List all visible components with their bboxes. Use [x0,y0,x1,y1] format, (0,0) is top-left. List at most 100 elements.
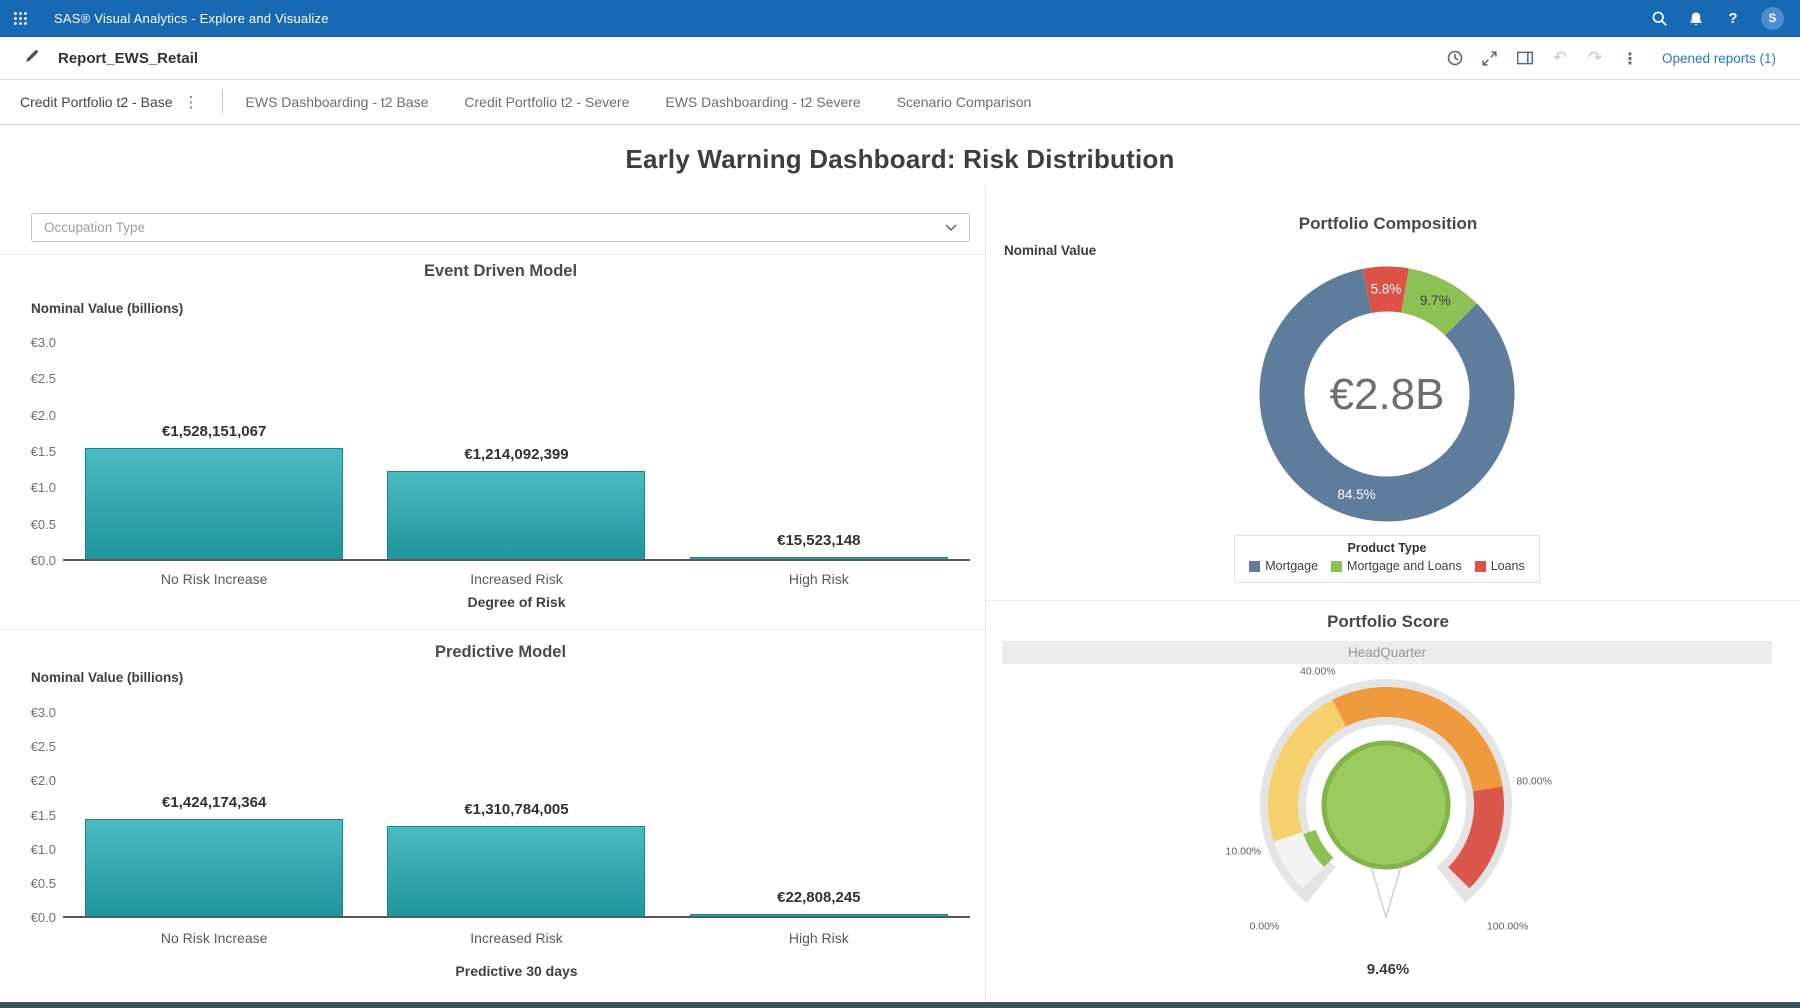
legend-title: Product Type [1235,541,1539,555]
category-labels: No Risk IncreaseIncreased RiskHigh Risk [63,571,970,587]
legend-item-loans[interactable]: Loans [1475,559,1525,573]
tab-separator [222,90,223,114]
panel-toggle-icon[interactable] [1515,48,1535,68]
tab-credit-portfolio-t2-severe[interactable]: Credit Portfolio t2 - Severe [446,80,647,124]
bar-value-label: €22,808,245 [777,889,860,906]
y-tick-label: €3.0 [0,335,56,350]
bar-value-label: €1,214,092,399 [464,446,568,463]
search-icon[interactable] [1650,10,1668,28]
refresh-clock-icon[interactable] [1445,48,1465,68]
legend-item-mortgage-and-loans[interactable]: Mortgage and Loans [1331,559,1462,573]
tab-menu-icon[interactable]: ⋮ [184,93,199,111]
report-title: Report_EWS_Retail [58,50,198,67]
section-divider [986,600,1800,601]
y-tick-label: €3.0 [0,705,56,720]
user-avatar[interactable]: S [1761,7,1784,30]
tab-scenario-comparison[interactable]: Scenario Comparison [879,80,1050,124]
legend: Product Type Mortgage Mortgage and Loans L… [1234,535,1540,583]
tab-label: EWS Dashboarding - t2 Base [246,94,429,110]
y-tick-label: €2.0 [0,773,56,788]
y-tick-label: €2.5 [0,371,56,386]
undo-icon[interactable]: ↶ [1550,48,1570,68]
measure-label: Nominal Value [1004,243,1096,258]
y-axis-ticks: €3.0€2.5€2.0€1.5€1.0€0.5€0.0 [0,336,56,561]
bottom-edge-bar [0,1002,1800,1008]
bar-slot: €1,310,784,005 [365,708,667,916]
section-divider [0,629,985,630]
bar-slot: €22,808,245 [668,708,970,916]
tab-bar: Credit Portfolio t2 - Base ⋮ EWS Dashboard… [0,80,1800,125]
tab-ews-dashboarding-t2-severe[interactable]: EWS Dashboarding - t2 Severe [647,80,878,124]
y-tick-label: €2.5 [0,739,56,754]
redo-icon[interactable]: ↷ [1585,48,1605,68]
legend-swatch [1249,561,1260,572]
category-label: High Risk [668,571,970,587]
gauge-tick-label: 80.00% [1516,776,1552,788]
y-tick-label: €1.5 [0,444,56,459]
category-labels: No Risk IncreaseIncreased RiskHigh Risk [63,930,970,946]
category-label: No Risk Increase [63,930,365,946]
y-tick-label: €0.0 [0,910,56,925]
maximize-icon[interactable] [1480,48,1500,68]
chart-title: Predictive Model [31,643,970,662]
bar-value-label: €15,523,148 [777,532,860,549]
bar-value-label: €1,424,174,364 [162,794,266,811]
app-title: SAS® Visual Analytics - Explore and Visu… [54,11,329,26]
donut-slice-pct-label: 9.7% [1420,293,1451,308]
portfolio-composition-donut: 5.8%9.7%84.5% €2.8B [1227,234,1547,554]
bar-high-risk[interactable] [690,914,948,916]
x-axis-title: Degree of Risk [63,594,970,610]
tab-ews-dashboarding-t2-base[interactable]: EWS Dashboarding - t2 Base [228,80,447,124]
gauge-tick-label: 0.00% [1249,921,1279,933]
bar-value-label: €1,528,151,067 [162,423,266,440]
bar-high-risk[interactable] [690,557,948,559]
page-title: Early Warning Dashboard: Risk Distributi… [0,144,1800,175]
notifications-icon[interactable] [1687,10,1705,28]
donut-slice-pct-label: 5.8% [1371,282,1402,297]
legend-items: Mortgage Mortgage and Loans Loans [1235,559,1539,573]
filter-placeholder: Occupation Type [44,220,145,235]
portfolio-score-gauge: 0.00%10.00%40.00%80.00%100.00% [1206,648,1566,948]
opened-reports-link[interactable]: Opened reports (1) [1662,51,1776,66]
report-actions: ↶ ↷ ⋮ [1445,48,1640,68]
donut-chart-title: Portfolio Composition [1004,214,1772,234]
y-tick-label: €1.0 [0,842,56,857]
legend-label: Loans [1491,559,1525,573]
y-tick-label: €0.5 [0,517,56,532]
y-tick-label: €1.5 [0,808,56,823]
section-divider [0,254,985,255]
app-switcher-icon[interactable] [13,11,28,26]
donut-slice-pct-label: 84.5% [1337,487,1375,502]
tab-credit-portfolio-t2-base[interactable]: Credit Portfolio t2 - Base ⋮ [2,80,217,124]
occupation-type-filter[interactable]: Occupation Type [31,213,970,242]
category-label: Increased Risk [365,930,667,946]
legend-item-mortgage[interactable]: Mortgage [1249,559,1318,573]
gauge-tick-label: 10.00% [1226,845,1262,857]
app-actions: ? S [1650,7,1800,30]
edit-report-icon[interactable] [24,48,40,69]
help-icon[interactable]: ? [1724,10,1742,28]
event-driven-model-chart: Event Driven Model Nominal Value (billio… [0,262,985,627]
bar-increased-risk[interactable] [387,471,645,559]
bar-increased-risk[interactable] [387,826,645,916]
gauge-center-circle [1324,743,1448,867]
legend-swatch [1331,561,1342,572]
tab-label: Credit Portfolio t2 - Base [20,94,173,110]
chart-title: Event Driven Model [31,262,970,281]
bar-no-risk-increase[interactable] [85,819,343,916]
bar-no-risk-increase[interactable] [85,448,343,559]
app-header: SAS® Visual Analytics - Explore and Visu… [0,0,1800,37]
tab-label: Credit Portfolio t2 - Severe [464,94,629,110]
tab-label: EWS Dashboarding - t2 Severe [665,94,860,110]
bar-slot: €1,424,174,364 [63,708,365,916]
y-tick-label: €0.0 [0,553,56,568]
gauge-tick-label: 100.00% [1487,921,1528,933]
chevron-down-icon [945,224,957,232]
bar-slot: €1,528,151,067 [63,336,365,559]
more-options-icon[interactable]: ⋮ [1620,48,1640,68]
legend-label: Mortgage and Loans [1347,559,1462,573]
app-root: SAS® Visual Analytics - Explore and Visu… [0,0,1800,1008]
y-axis-ticks: €3.0€2.5€2.0€1.5€1.0€0.5€0.0 [0,708,56,918]
column-divider [985,186,986,1002]
gauge-chart-title: Portfolio Score [1004,612,1772,632]
